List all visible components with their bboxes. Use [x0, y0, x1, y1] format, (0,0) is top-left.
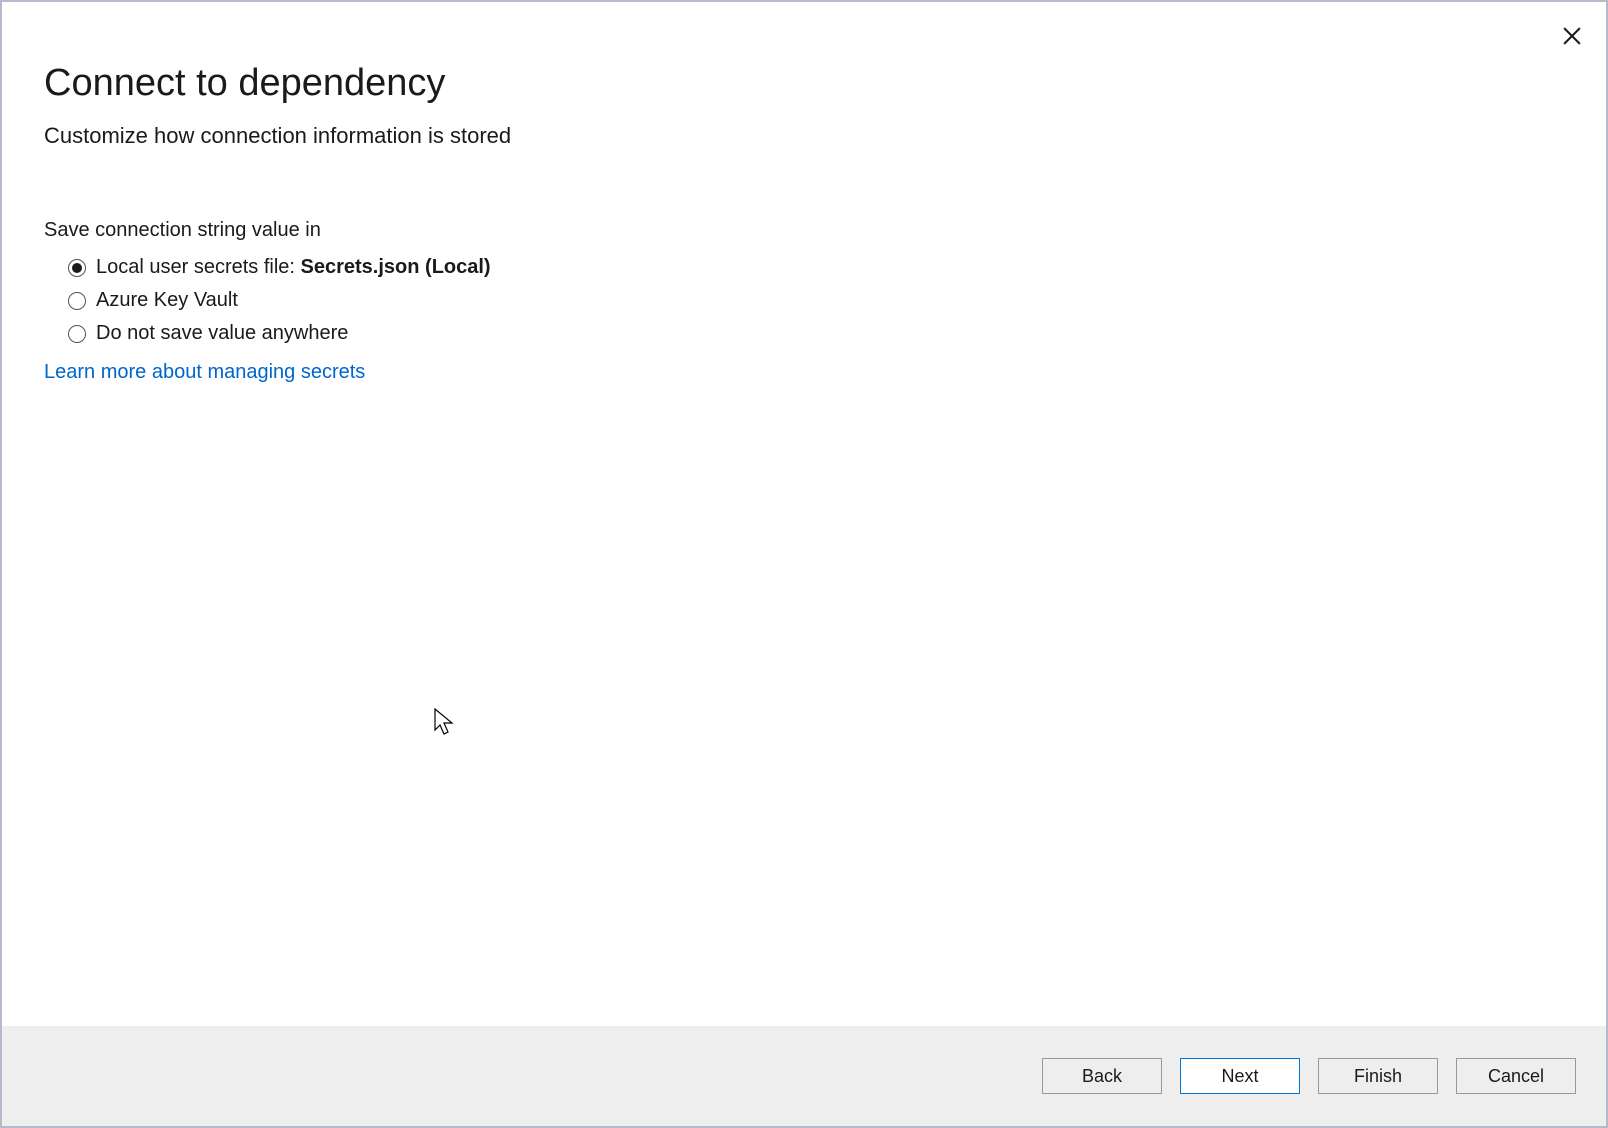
next-button[interactable]: Next — [1180, 1058, 1300, 1094]
radio-label: Local user secrets file: Secrets.json (L… — [96, 256, 491, 279]
radio-option-azure-key-vault[interactable]: Azure Key Vault — [68, 289, 1564, 312]
section-label: Save connection string value in — [44, 219, 1564, 242]
dialog-window: Connect to dependency Customize how conn… — [0, 0, 1608, 1128]
close-icon — [1563, 27, 1581, 45]
radio-option-do-not-save[interactable]: Do not save value anywhere — [68, 322, 1564, 345]
finish-button[interactable]: Finish — [1318, 1058, 1438, 1094]
learn-more-link[interactable]: Learn more about managing secrets — [44, 361, 365, 383]
dialog-subtitle: Customize how connection information is … — [44, 123, 1564, 149]
radio-icon — [68, 325, 86, 343]
radio-option-local-secrets[interactable]: Local user secrets file: Secrets.json (L… — [68, 256, 1564, 279]
radio-group: Local user secrets file: Secrets.json (L… — [68, 256, 1564, 345]
radio-label-bold: Secrets.json (Local) — [301, 256, 491, 278]
close-button[interactable] — [1560, 24, 1584, 48]
radio-label: Do not save value anywhere — [96, 322, 348, 345]
dialog-footer: Back Next Finish Cancel — [2, 1026, 1606, 1126]
radio-label-prefix: Do not save value anywhere — [96, 322, 348, 344]
radio-icon — [68, 292, 86, 310]
radio-label: Azure Key Vault — [96, 289, 238, 312]
dialog-title: Connect to dependency — [44, 62, 1564, 105]
cancel-button[interactable]: Cancel — [1456, 1058, 1576, 1094]
radio-icon — [68, 259, 86, 277]
radio-label-prefix: Azure Key Vault — [96, 289, 238, 311]
dialog-content: Connect to dependency Customize how conn… — [2, 2, 1606, 1026]
back-button[interactable]: Back — [1042, 1058, 1162, 1094]
radio-label-prefix: Local user secrets file: — [96, 256, 301, 278]
